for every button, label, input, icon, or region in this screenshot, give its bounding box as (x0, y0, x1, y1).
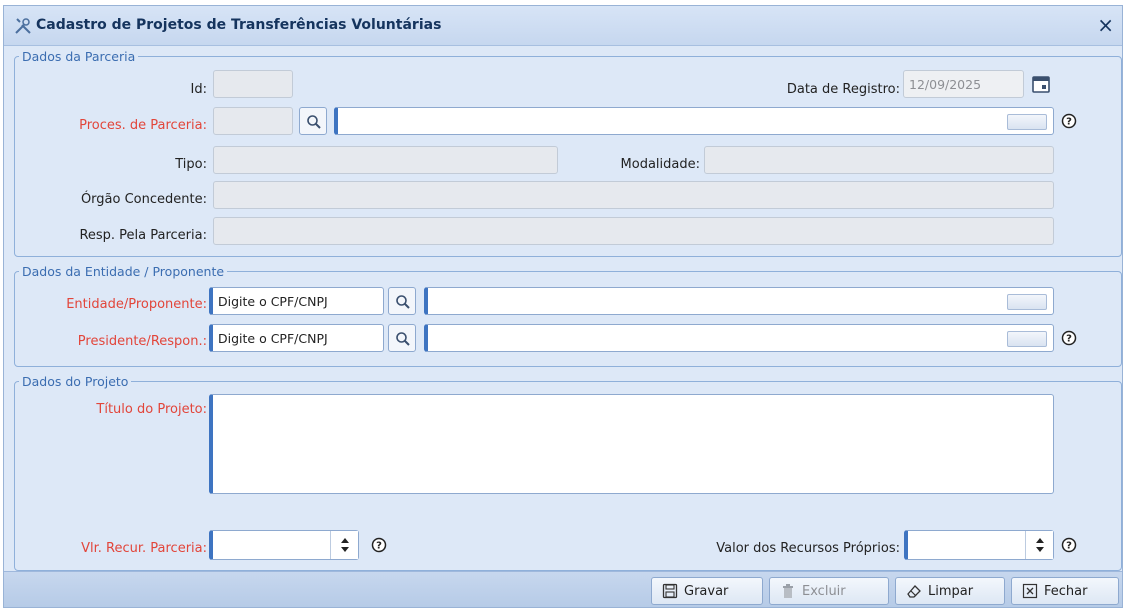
bottom-toolbar: Gravar Excluir Limpar Fechar (4, 571, 1122, 607)
gravar-label: Gravar (684, 584, 729, 599)
close-box-icon (1022, 583, 1038, 599)
titulo-projeto-label: Título do Projeto: (96, 402, 207, 417)
id-label: Id: (190, 82, 207, 97)
fechar-label: Fechar (1044, 584, 1088, 599)
orgao-concedente-field[interactable] (213, 181, 1054, 209)
proces-list-button[interactable] (1007, 114, 1047, 130)
presidente-list-button[interactable] (1007, 331, 1047, 347)
entidade-cpf-cnpj-input[interactable]: Digite o CPF/CNPJ (209, 287, 384, 315)
presidente-search-button[interactable] (388, 324, 416, 352)
fechar-button[interactable]: Fechar (1011, 577, 1119, 605)
entidade-nome-field[interactable] (424, 287, 1054, 315)
legend-dados-parceria: Dados da Parceria (22, 49, 136, 64)
save-icon (662, 583, 678, 599)
valor-recursos-proprios-input[interactable] (904, 530, 1054, 560)
svg-text:?: ? (376, 541, 382, 552)
spinner-arrows-icon (341, 538, 349, 552)
id-field[interactable] (213, 70, 293, 98)
vlr-recur-parceria-label: Vlr. Recur. Parceria: (81, 541, 207, 556)
presidente-cpf-cnpj-input[interactable]: Digite o CPF/CNPJ (209, 324, 384, 352)
limpar-label: Limpar (928, 584, 974, 599)
help-icon[interactable]: ? (1061, 537, 1077, 553)
data-registro-field[interactable]: 12/09/2025 (903, 70, 1024, 98)
vlr-recur-parceria-input[interactable] (209, 530, 359, 560)
modalidade-field[interactable] (704, 146, 1054, 174)
proces-parceria-label: Proces. de Parceria: (79, 118, 207, 133)
proces-search-button[interactable] (299, 107, 327, 135)
excluir-button[interactable]: Excluir (769, 577, 889, 605)
legend-dados-projeto: Dados do Projeto (22, 374, 129, 389)
search-icon (396, 332, 410, 346)
gravar-button[interactable]: Gravar (651, 577, 763, 605)
excluir-label: Excluir (802, 584, 846, 599)
calendar-icon[interactable] (1031, 74, 1051, 94)
orgao-concedente-label: Órgão Concedente: (80, 192, 207, 207)
resp-parceria-label: Resp. Pela Parceria: (79, 228, 207, 243)
proces-parceria-code-field[interactable] (213, 107, 293, 135)
entidade-search-button[interactable] (388, 287, 416, 315)
help-icon[interactable]: ? (1061, 113, 1077, 129)
window-title: Cadastro de Projetos de Transferências V… (36, 17, 442, 33)
close-icon[interactable]: × (1097, 15, 1114, 35)
vlr-spinner[interactable] (330, 531, 358, 559)
title-bar: Cadastro de Projetos de Transferências V… (4, 6, 1122, 46)
help-icon[interactable]: ? (371, 537, 387, 553)
help-icon[interactable]: ? (1061, 330, 1077, 346)
search-icon (396, 295, 410, 309)
proces-parceria-desc-field[interactable] (334, 107, 1054, 135)
tipo-label: Tipo: (175, 157, 207, 172)
modalidade-label: Modalidade: (620, 157, 700, 172)
svg-text:?: ? (1066, 334, 1072, 345)
limpar-button[interactable]: Limpar (895, 577, 1005, 605)
svg-text:?: ? (1066, 541, 1072, 552)
spinner-arrows-icon (1036, 538, 1044, 552)
valor-recursos-proprios-label: Valor dos Recursos Próprios: (716, 541, 900, 556)
resp-parceria-field[interactable] (213, 217, 1054, 245)
tipo-field[interactable] (213, 146, 558, 174)
proprios-spinner[interactable] (1025, 531, 1053, 559)
titulo-projeto-textarea[interactable] (209, 394, 1054, 494)
presidente-nome-field[interactable] (424, 324, 1054, 352)
search-icon (307, 115, 321, 129)
svg-text:?: ? (1066, 117, 1072, 128)
legend-dados-entidade: Dados da Entidade / Proponente (22, 264, 225, 279)
data-registro-label: Data de Registro: (786, 82, 900, 97)
tools-icon (15, 18, 31, 34)
entidade-list-button[interactable] (1007, 294, 1047, 310)
presidente-respon-label: Presidente/Respon.: (77, 334, 207, 349)
trash-icon (783, 584, 793, 598)
dialog-window: Cadastro de Projetos de Transferências V… (3, 5, 1123, 608)
entidade-proponente-label: Entidade/Proponente: (66, 297, 207, 312)
eraser-icon (907, 585, 921, 598)
